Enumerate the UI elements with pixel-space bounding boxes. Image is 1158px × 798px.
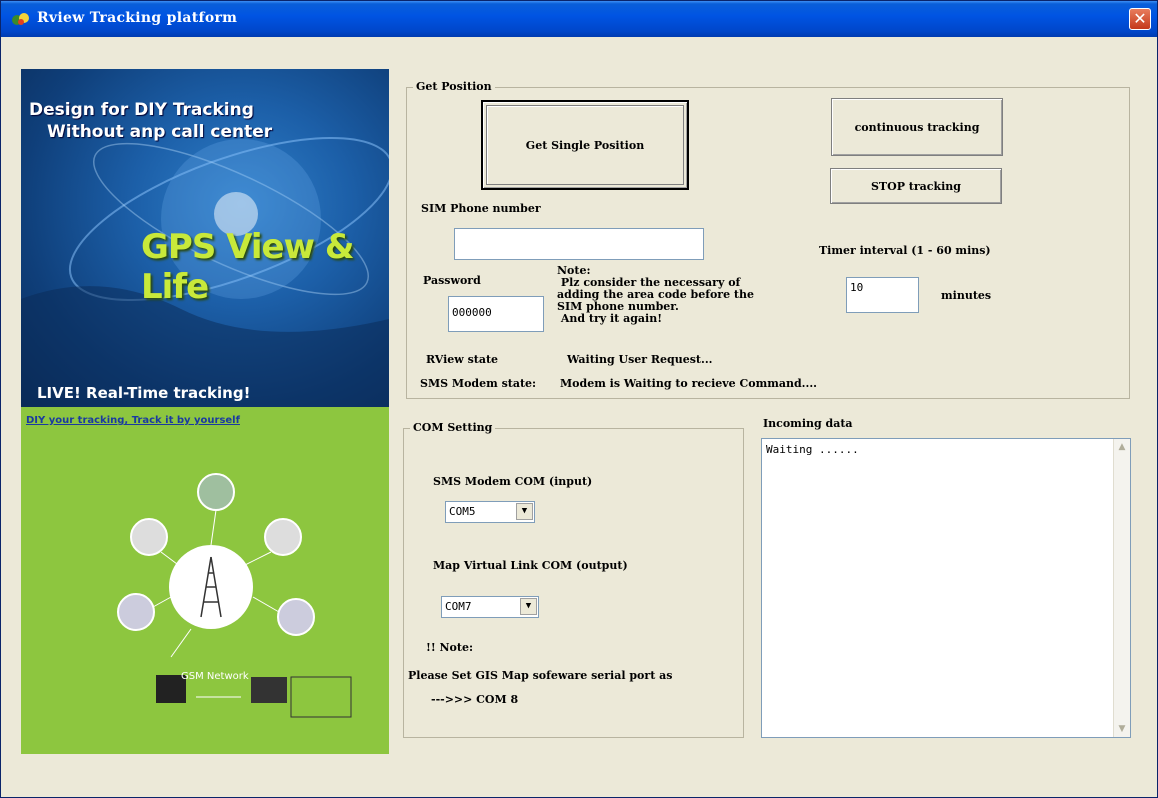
banner-line1: Design for DIY Tracking [29,100,254,120]
sim-phone-label: SIM Phone number [421,202,541,215]
sms-com-select[interactable]: COM5 ▼ [445,501,535,523]
close-button[interactable]: ✕ [1129,8,1151,30]
title-bar[interactable]: Rview Tracking platform ✕ [1,1,1157,37]
com-note-label: !! Note: [426,641,474,654]
password-input[interactable]: 000000 [448,296,544,332]
incoming-data-content: Waiting ...... [766,443,859,456]
com-setting-label: COM Setting [410,421,496,434]
map-com-value: COM7 [445,600,472,613]
continuous-tracking-label: continuous tracking [854,120,980,134]
get-position-label: Get Position [413,80,495,93]
continuous-tracking-button[interactable]: continuous tracking [831,98,1003,156]
gsm-diagram [117,473,352,718]
sim-phone-input[interactable] [454,228,704,260]
com-note-line1: Please Set GIS Map sofeware serial port … [408,669,673,682]
sim-note: Note: Plz consider the necessary of addi… [557,264,755,325]
get-single-position-label: Get Single Position [525,138,645,152]
stop-tracking-button[interactable]: STOP tracking [830,168,1002,204]
incoming-scrollbar[interactable]: ▲ ▼ [1113,439,1130,737]
timer-interval-label: Timer interval (1 - 60 mins) [819,244,991,257]
rview-state-label: RView state [426,353,499,366]
window-title: Rview Tracking platform [37,10,238,26]
chevron-down-icon[interactable]: ▼ [516,503,533,520]
banner-gsm-label: GSM Network [181,671,249,682]
banner-line2: Without anp call center [47,122,273,142]
scroll-down-icon[interactable]: ▼ [1114,721,1130,737]
close-icon: ✕ [1133,9,1147,28]
banner-brand: GPS View & Life [141,227,354,307]
map-com-label: Map Virtual Link COM (output) [433,559,628,572]
banner-live: LIVE! Real-Time tracking! [37,384,251,402]
sms-state-value: Modem is Waiting to recieve Command.... [560,377,817,390]
minutes-label: minutes [941,289,992,302]
app-window: Rview Tracking platform ✕ Design for DIY… [0,0,1158,798]
rview-state-value: Waiting User Request... [567,353,713,366]
map-com-select[interactable]: COM7 ▼ [441,596,539,618]
app-icon [12,13,29,25]
chevron-down-icon[interactable]: ▼ [520,598,537,615]
sms-com-label: SMS Modem COM (input) [433,475,593,488]
banner-diagram: DIY your tracking, Track it by yourself [21,407,389,754]
incoming-data-textarea[interactable]: Waiting ...... ▲ ▼ [761,438,1131,738]
banner-top: Design for DIY Tracking Without anp call… [21,69,389,407]
stop-tracking-label: STOP tracking [870,179,961,193]
incoming-data-label: Incoming data [763,417,853,430]
scroll-up-icon[interactable]: ▲ [1114,439,1130,455]
banner-image: Design for DIY Tracking Without anp call… [21,69,389,754]
com-note-line2: --->>> COM 8 [431,693,519,706]
get-single-position-button[interactable]: Get Single Position [481,100,689,190]
banner-tagline: Design for DIY Tracking Without anp call… [29,99,272,143]
sms-state-label: SMS Modem state: [420,377,537,390]
sms-com-value: COM5 [449,505,476,518]
timer-interval-input[interactable]: 10 [846,277,919,313]
password-label: Password [423,274,481,287]
